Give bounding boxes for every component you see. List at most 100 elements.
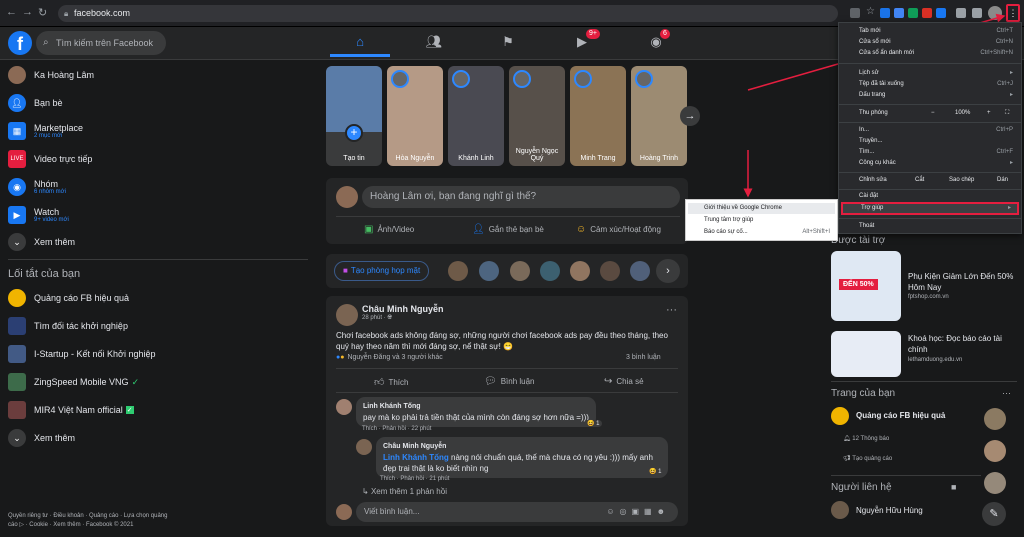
- extension-icon[interactable]: [908, 8, 918, 18]
- video-call-icon[interactable]: ■: [951, 482, 956, 492]
- submenu-report-issue[interactable]: Báo cáo sự cố... Alt+Shift+I: [704, 227, 834, 238]
- story-item[interactable]: Khánh Linh: [448, 66, 504, 166]
- menu-item-print[interactable]: In... Ctrl+P: [859, 125, 1019, 136]
- submenu-about-chrome[interactable]: Giới thiệu về Google Chrome: [688, 203, 835, 214]
- facebook-logo[interactable]: f: [8, 31, 32, 55]
- photo-video-button[interactable]: ▣ Ảnh/Video: [364, 224, 414, 235]
- comment-button[interactable]: 💬︎ Bình luận: [484, 376, 535, 387]
- contact-avatar[interactable]: [630, 261, 650, 281]
- sidebar-item-groups[interactable]: ◉ Nhóm 6 nhóm mới: [8, 176, 66, 198]
- reactions-summary[interactable]: ●● Nguyễn Đăng và 3 người khác: [336, 354, 443, 361]
- share-button[interactable]: ↪ Chia sẻ: [604, 376, 644, 387]
- copy-button[interactable]: Sao chép: [949, 175, 974, 186]
- contact-avatar[interactable]: [984, 472, 1006, 494]
- menu-item-settings[interactable]: Cài đặt: [859, 191, 1019, 202]
- camera-icon[interactable]: [850, 8, 860, 18]
- ad-image[interactable]: [831, 331, 901, 377]
- story-item[interactable]: Hòa Nguyễn: [387, 66, 443, 166]
- sidebar-item-watch[interactable]: ▶ Watch 9+ video mới: [8, 204, 69, 226]
- submenu-help-center[interactable]: Trung tâm trợ giúp: [704, 215, 834, 226]
- contact-avatar[interactable]: [540, 261, 560, 281]
- paste-button[interactable]: Dán: [997, 175, 1008, 186]
- comment-reaction[interactable]: 😆 1: [646, 468, 665, 475]
- zoom-in-button[interactable]: +: [987, 108, 991, 119]
- address-bar[interactable]: 🔒︎ facebook.com: [58, 5, 838, 22]
- more-options-icon[interactable]: ···: [1002, 388, 1011, 398]
- create-room-button[interactable]: ■ Tạo phòng họp mặt: [334, 261, 430, 281]
- menu-item-exit[interactable]: Thoát: [859, 221, 1019, 232]
- menu-item-history[interactable]: Lịch sử ▸: [859, 68, 1019, 79]
- tab-pages[interactable]: ⚑: [478, 29, 538, 57]
- composer-input[interactable]: Hoàng Lâm ơi, bạn đang nghĩ gì thế?: [362, 186, 680, 208]
- page-avatar[interactable]: [831, 407, 849, 425]
- contact-avatar[interactable]: [600, 261, 620, 281]
- sidebar-item-profile[interactable]: Ka Hoàng Lâm: [8, 64, 94, 86]
- create-ad-link[interactable]: 📢︎ Tạo quảng cáo: [843, 455, 892, 462]
- menu-item-incognito[interactable]: Cửa sổ ẩn danh mới Ctrl+Shift+N: [859, 48, 1019, 59]
- story-item[interactable]: Nguyễn Ngọc Quý: [509, 66, 565, 166]
- menu-item-more-tools[interactable]: Công cụ khác ▸: [859, 158, 1019, 169]
- menu-item-help[interactable]: Trợ giúp ▸: [841, 202, 1019, 215]
- comment-author[interactable]: Linh Khánh Tống: [363, 401, 589, 412]
- shortcut-see-more[interactable]: ⌄ Xem thêm: [8, 427, 75, 449]
- comment-author[interactable]: Châu Minh Nguyễn: [383, 441, 661, 452]
- menu-item-cast[interactable]: Truyền...: [859, 136, 1019, 147]
- more-options-icon[interactable]: ···: [666, 304, 677, 316]
- ad-title[interactable]: Khoá học: Đọc báo cáo tài chính: [908, 333, 1018, 355]
- puzzle-icon[interactable]: [956, 8, 966, 18]
- cut-button[interactable]: Cắt: [915, 175, 924, 186]
- footer-links[interactable]: Quyền riêng tư · Điều khoản · Quảng cáo …: [8, 512, 178, 530]
- author-avatar[interactable]: [336, 304, 358, 326]
- fullscreen-icon[interactable]: ⛶: [1005, 108, 1009, 119]
- page-name[interactable]: Quảng cáo FB hiệu quả: [856, 411, 945, 420]
- search-input[interactable]: ⌕ Tìm kiếm trên Facebook: [36, 31, 166, 55]
- contact-avatar[interactable]: [448, 261, 468, 281]
- profile-avatar[interactable]: [988, 6, 1002, 20]
- menu-item-new-tab[interactable]: Tab mới Ctrl+T: [859, 26, 1019, 37]
- extension-icon[interactable]: [894, 8, 904, 18]
- sidebar-item-marketplace[interactable]: ▦ Marketplace 2 mục mới: [8, 120, 83, 142]
- tab-groups[interactable]: ◉ 6: [626, 29, 686, 57]
- commenter-avatar[interactable]: [336, 399, 352, 415]
- contact-name[interactable]: Nguyễn Hữu Hùng: [856, 506, 923, 515]
- rooms-next-button[interactable]: ›: [656, 259, 680, 283]
- story-item[interactable]: Minh Trang: [570, 66, 626, 166]
- tab-friends[interactable]: 👥︎: [404, 29, 464, 57]
- extension-icon[interactable]: [880, 8, 890, 18]
- mention-link[interactable]: Linh Khánh Tống: [383, 453, 449, 462]
- comment-actions[interactable]: Thích · Phản hồi · 21 phút: [380, 476, 449, 482]
- post-author[interactable]: Châu Minh Nguyễn: [362, 304, 444, 314]
- menu-item-downloads[interactable]: Tệp đã tải xuống Ctrl+J: [859, 79, 1019, 90]
- comments-count[interactable]: 3 bình luận: [626, 354, 661, 361]
- view-more-replies[interactable]: ↳ Xem thêm 1 phản hồi: [362, 487, 447, 496]
- chrome-menu-icon[interactable]: ⋮: [1006, 4, 1020, 22]
- menu-item-bookmarks[interactable]: Dấu trang ▸: [859, 90, 1019, 101]
- notifications-link[interactable]: 🔔︎ 12 Thông báo: [843, 435, 889, 442]
- comment-actions[interactable]: Thích · Phản hồi · 22 phút: [362, 426, 431, 432]
- forward-icon[interactable]: →: [22, 6, 33, 18]
- ad-image[interactable]: ĐẾN 50%: [831, 251, 901, 321]
- contact-avatar[interactable]: [570, 261, 590, 281]
- extension-icon[interactable]: [922, 8, 932, 18]
- shortcut-item[interactable]: MIR4 Việt Nam official ✓: [8, 399, 134, 421]
- like-button[interactable]: 👍︎ Thích: [374, 376, 408, 388]
- stories-next-button[interactable]: →: [680, 106, 700, 126]
- back-icon[interactable]: ←: [6, 6, 17, 18]
- playlist-icon[interactable]: [972, 8, 982, 18]
- ad-title[interactable]: Phụ Kiện Giảm Lớn Đến 50% Hôm Nay: [908, 271, 1018, 293]
- shortcut-item[interactable]: Quảng cáo FB hiệu quả: [8, 287, 129, 309]
- contact-avatar[interactable]: [984, 408, 1006, 430]
- story-item[interactable]: Hoàng Trinh: [631, 66, 687, 166]
- sidebar-item-live[interactable]: LIVE Video trực tiếp: [8, 148, 92, 170]
- extension-icon[interactable]: [936, 8, 946, 18]
- commenter-avatar[interactable]: [356, 439, 372, 455]
- sidebar-item-friends[interactable]: 👤︎ Bạn bè: [8, 92, 63, 114]
- tag-friends-button[interactable]: 👤︎ Gắn thẻ bạn bè: [472, 224, 544, 235]
- contact-avatar[interactable]: [479, 261, 499, 281]
- shortcut-item[interactable]: Tìm đối tác khởi nghiệp: [8, 315, 128, 337]
- tab-watch[interactable]: ▶ 9+: [552, 29, 612, 57]
- comment-tools-icons[interactable]: ☺◎▣▦☻: [606, 502, 670, 522]
- shortcut-item[interactable]: ZingSpeed Mobile VNG ✓: [8, 371, 139, 393]
- contact-avatar[interactable]: [510, 261, 530, 281]
- contact-avatar[interactable]: [831, 501, 849, 519]
